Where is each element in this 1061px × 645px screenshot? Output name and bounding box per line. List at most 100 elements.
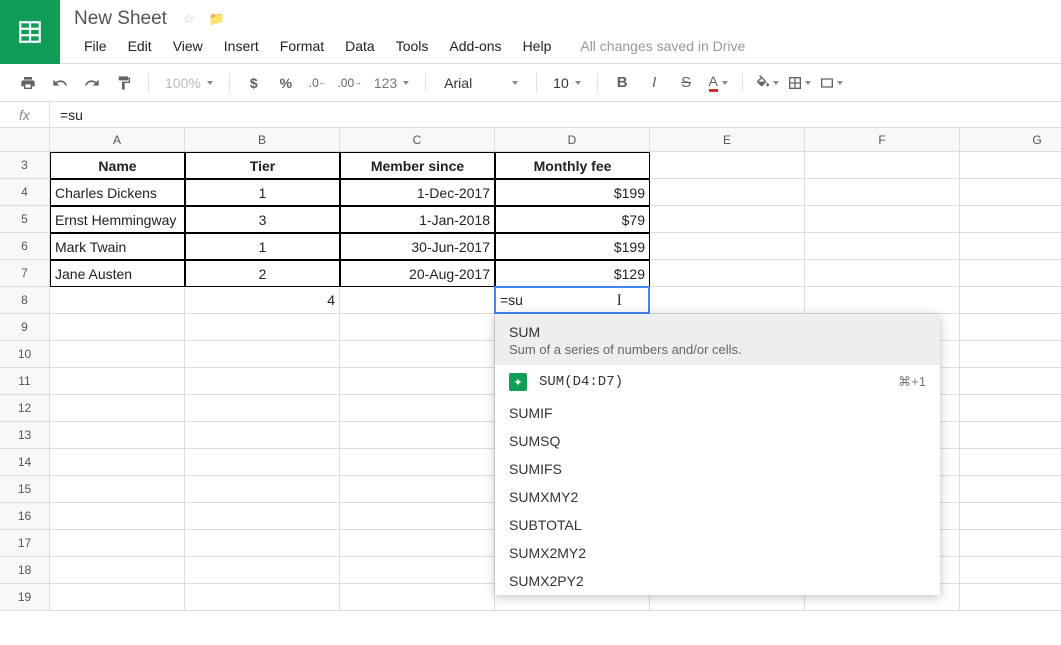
cell[interactable] [50,341,185,368]
cell[interactable] [960,368,1061,395]
increase-decimal-icon[interactable]: .00→ [336,69,364,97]
folder-icon[interactable]: 📁 [209,11,225,27]
cell[interactable] [185,422,340,449]
menu-file[interactable]: File [74,34,117,58]
cell[interactable] [650,233,805,260]
cell[interactable] [185,449,340,476]
cell[interactable] [50,530,185,557]
cell[interactable] [340,449,495,476]
autocomplete-item[interactable]: SUMIF [495,399,940,427]
cell[interactable] [805,287,960,314]
cell[interactable] [185,503,340,530]
cell[interactable] [340,395,495,422]
cell[interactable] [960,530,1061,557]
row-header-14[interactable]: 14 [0,449,50,476]
cell[interactable] [185,314,340,341]
menu-edit[interactable]: Edit [118,34,162,58]
cell[interactable] [185,476,340,503]
italic-icon[interactable]: I [640,69,668,97]
cell[interactable] [805,260,960,287]
font-size-dropdown[interactable]: 10 [547,69,587,97]
table-cell[interactable]: 1 [185,233,340,260]
text-color-icon[interactable]: A [704,69,732,97]
cell[interactable] [960,341,1061,368]
cell[interactable] [650,179,805,206]
cell[interactable] [50,476,185,503]
autocomplete-item[interactable]: SUMX2PY2 [495,567,940,595]
formula-input[interactable]: =su [50,107,1061,123]
cell[interactable] [805,179,960,206]
active-cell[interactable]: =suI [494,286,650,314]
table-cell[interactable]: 1-Dec-2017 [340,179,495,206]
row-header-9[interactable]: 9 [0,314,50,341]
cell[interactable] [185,557,340,584]
row-header-4[interactable]: 4 [0,179,50,206]
redo-icon[interactable] [78,69,106,97]
table-cell[interactable]: Mark Twain [50,233,185,260]
table-cell[interactable]: $199 [495,179,650,206]
cell[interactable] [960,287,1061,314]
bold-icon[interactable]: B [608,69,636,97]
cell-value[interactable]: 4 [185,287,340,314]
table-cell[interactable]: 2 [185,260,340,287]
col-header-A[interactable]: A [50,128,185,152]
cell[interactable] [340,368,495,395]
autocomplete-item[interactable]: SUMXMY2 [495,483,940,511]
row-header-11[interactable]: 11 [0,368,50,395]
col-header-C[interactable]: C [340,128,495,152]
row-header-10[interactable]: 10 [0,341,50,368]
table-cell[interactable]: 1 [185,179,340,206]
cell[interactable] [340,422,495,449]
select-all-corner[interactable] [0,128,50,152]
cell[interactable] [960,152,1061,179]
document-title[interactable]: New Sheet [74,8,167,30]
cell[interactable] [185,341,340,368]
cell[interactable] [50,557,185,584]
row-header-7[interactable]: 7 [0,260,50,287]
app-logo[interactable] [0,0,60,64]
row-header-15[interactable]: 15 [0,476,50,503]
menu-data[interactable]: Data [335,34,385,58]
cell[interactable] [50,584,185,611]
table-header[interactable]: Monthly fee [495,152,650,179]
cell[interactable] [185,530,340,557]
col-header-B[interactable]: B [185,128,340,152]
row-header-17[interactable]: 17 [0,530,50,557]
row-header-18[interactable]: 18 [0,557,50,584]
cell[interactable] [50,395,185,422]
row-header-3[interactable]: 3 [0,152,50,179]
cell[interactable] [960,422,1061,449]
zoom-dropdown[interactable]: 100% [159,69,219,97]
row-header-13[interactable]: 13 [0,422,50,449]
cell[interactable] [805,152,960,179]
menu-help[interactable]: Help [513,34,562,58]
table-cell[interactable]: 3 [185,206,340,233]
cell[interactable] [185,395,340,422]
table-cell[interactable]: $79 [495,206,650,233]
col-header-D[interactable]: D [495,128,650,152]
cell[interactable] [340,584,495,611]
cell[interactable] [185,368,340,395]
menu-view[interactable]: View [163,34,213,58]
undo-icon[interactable] [46,69,74,97]
cell[interactable] [50,422,185,449]
cell[interactable] [50,368,185,395]
decrease-decimal-icon[interactable]: .0← [304,69,332,97]
row-header-5[interactable]: 5 [0,206,50,233]
cell[interactable] [650,287,805,314]
table-cell[interactable]: Ernst Hemmingway [50,206,185,233]
cell[interactable] [650,260,805,287]
spreadsheet-grid[interactable]: ABCDEFG 345678910111213141516171819 Name… [0,128,1061,152]
cell[interactable] [50,287,185,314]
table-cell[interactable]: $129 [495,260,650,287]
cell[interactable] [960,179,1061,206]
cell[interactable] [805,233,960,260]
fill-color-icon[interactable] [753,69,781,97]
cell[interactable] [50,314,185,341]
number-format-dropdown[interactable]: 123 [368,69,415,97]
col-header-G[interactable]: G [960,128,1061,152]
currency-icon[interactable]: $ [240,69,268,97]
star-icon[interactable]: ☆ [183,11,195,27]
print-icon[interactable] [14,69,42,97]
row-header-6[interactable]: 6 [0,233,50,260]
